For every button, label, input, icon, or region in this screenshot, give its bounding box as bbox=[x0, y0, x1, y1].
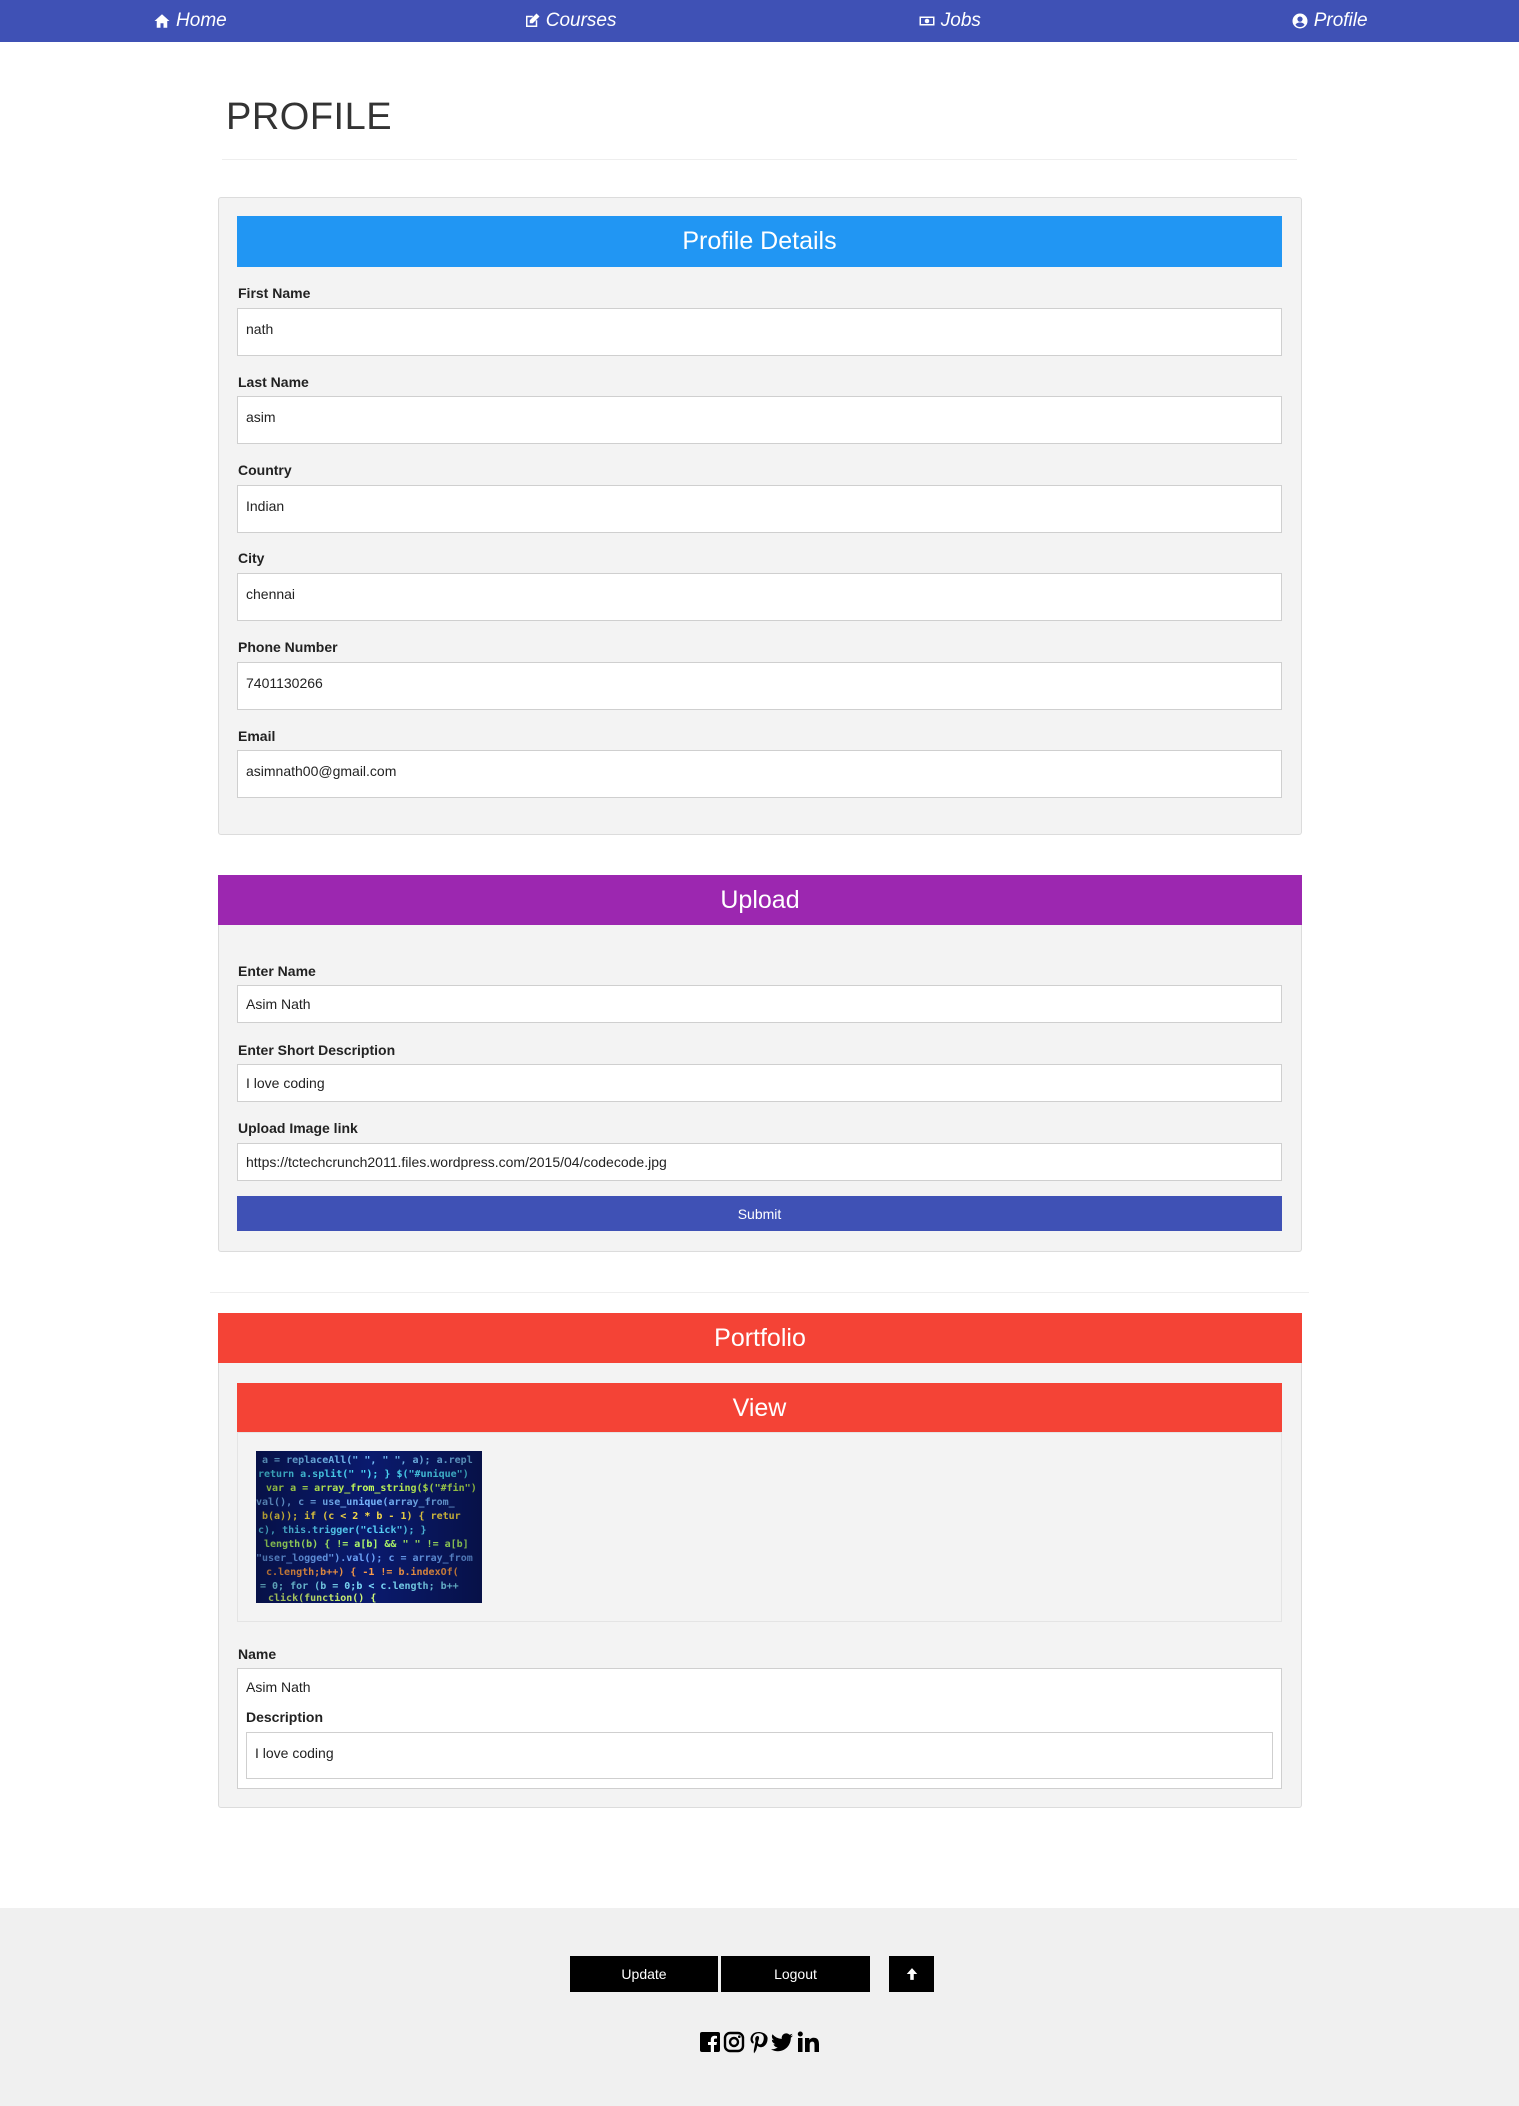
nav-jobs-label: Jobs bbox=[940, 10, 981, 31]
phone-field[interactable]: 7401130266 bbox=[237, 662, 1282, 710]
pinterest-icon[interactable] bbox=[746, 2030, 770, 2054]
email-field[interactable]: asimnath00@gmail.com bbox=[237, 750, 1282, 798]
short-description-input[interactable]: I love coding bbox=[237, 1064, 1282, 1102]
profile-details-heading: Profile Details bbox=[237, 216, 1282, 267]
country-field[interactable]: Indian bbox=[237, 485, 1282, 533]
nav-courses[interactable]: Courses bbox=[380, 0, 760, 42]
nav-courses-label: Courses bbox=[545, 10, 617, 31]
first-name-label: First Name bbox=[238, 285, 311, 301]
nav-jobs[interactable]: Jobs bbox=[760, 0, 1140, 42]
upload-heading: Upload bbox=[218, 875, 1302, 925]
money-icon bbox=[918, 12, 936, 30]
home-icon bbox=[153, 12, 171, 30]
last-name-field[interactable]: asim bbox=[237, 396, 1282, 444]
short-description-label: Enter Short Description bbox=[238, 1042, 396, 1058]
enter-name-label: Enter Name bbox=[238, 963, 316, 979]
image-link-label: Upload Image link bbox=[238, 1120, 358, 1136]
portfolio-description-value: I love coding bbox=[246, 1732, 1273, 1779]
edit-icon bbox=[523, 12, 541, 30]
facebook-icon[interactable] bbox=[698, 2030, 722, 2054]
logout-button[interactable]: Logout bbox=[721, 1956, 870, 1992]
top-nav: Home Courses Jobs Profile bbox=[0, 0, 1519, 42]
twitter-icon[interactable] bbox=[770, 2030, 794, 2054]
update-button[interactable]: Update bbox=[570, 1956, 718, 1992]
portfolio-name-value: Asim Nath bbox=[238, 1670, 1278, 1704]
nav-profile-label: Profile bbox=[1313, 10, 1368, 31]
view-heading: View bbox=[237, 1383, 1282, 1433]
city-field[interactable]: chennai bbox=[237, 573, 1282, 621]
nav-home[interactable]: Home bbox=[0, 0, 380, 42]
nav-profile[interactable]: Profile bbox=[1139, 0, 1519, 42]
country-label: Country bbox=[238, 462, 292, 478]
nav-home-label: Home bbox=[176, 10, 227, 31]
linkedin-icon[interactable] bbox=[796, 2030, 820, 2054]
last-name-label: Last Name bbox=[238, 374, 309, 390]
portfolio-heading: Portfolio bbox=[218, 1313, 1302, 1363]
city-label: City bbox=[238, 550, 265, 566]
scroll-top-button[interactable] bbox=[889, 1956, 934, 1992]
instagram-icon[interactable] bbox=[722, 2030, 746, 2054]
arrow-up-icon bbox=[905, 1967, 919, 1981]
portfolio-name-label: Name bbox=[238, 1646, 277, 1662]
title-divider bbox=[222, 159, 1297, 160]
portfolio-code-image[interactable]: a = replaceAll(" ", " ", a); a.repl retu… bbox=[256, 1451, 482, 1603]
email-label: Email bbox=[238, 728, 276, 744]
submit-button[interactable]: Submit bbox=[237, 1196, 1282, 1231]
section-divider bbox=[210, 1292, 1309, 1293]
phone-label: Phone Number bbox=[238, 639, 338, 655]
first-name-field[interactable]: nath bbox=[237, 308, 1282, 356]
enter-name-input[interactable]: Asim Nath bbox=[237, 985, 1282, 1023]
portfolio-description-label: Description bbox=[246, 1709, 324, 1725]
page-title: PROFILE bbox=[226, 96, 393, 138]
user-circle-icon bbox=[1291, 12, 1309, 30]
footer bbox=[0, 1908, 1519, 2106]
image-link-input[interactable]: https://tctechcrunch2011.files.wordpress… bbox=[237, 1143, 1282, 1181]
